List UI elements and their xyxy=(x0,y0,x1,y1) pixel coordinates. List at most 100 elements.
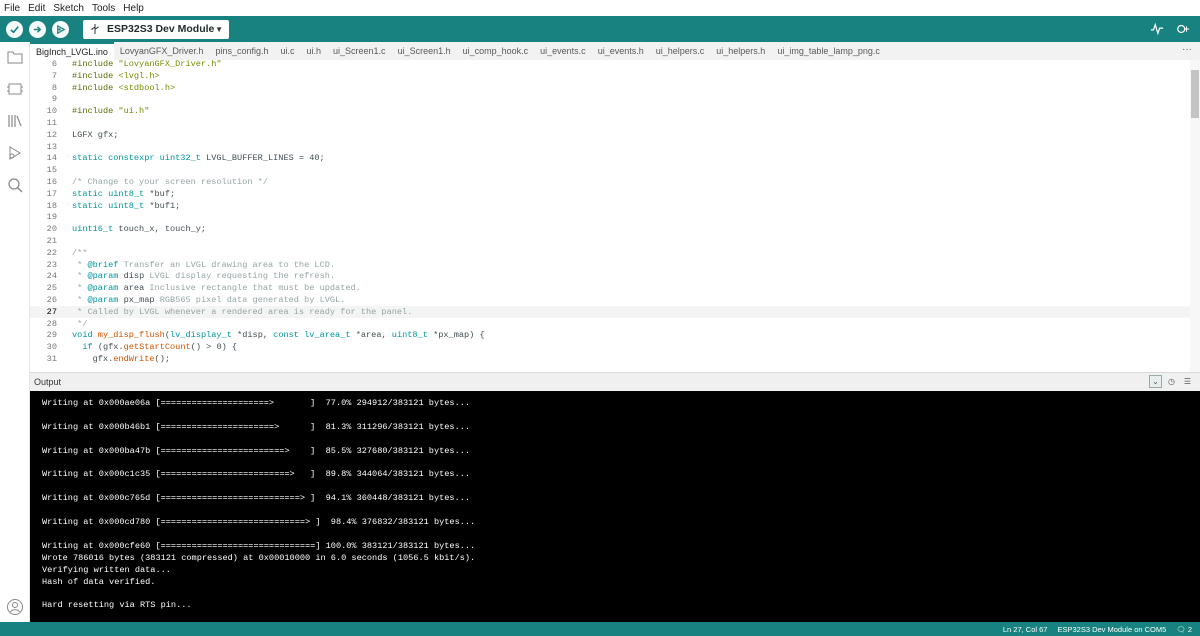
code-editor[interactable]: 31 gfx.endWrite(); 30 if (gfx.getStartCou… xyxy=(30,60,1200,372)
code-text: #include "ui.h" xyxy=(72,105,149,117)
code-token: Inclusive rectangle that must be updated… xyxy=(144,283,361,294)
notifications-icon[interactable]: 🗨 xyxy=(1176,625,1186,634)
upload-button[interactable] xyxy=(29,20,46,38)
code-line: 10 #include "ui.h" xyxy=(30,105,1190,117)
code-line: 21 xyxy=(30,235,1190,247)
code-token: #include xyxy=(72,82,119,93)
code-token: static uint8_t xyxy=(72,188,150,199)
output-line: Writing at 0x000cfe60 [=================… xyxy=(42,540,476,551)
more-tabs-icon[interactable]: ··· xyxy=(1182,44,1192,55)
editor-scrollbar[interactable] xyxy=(1190,60,1200,372)
tab-pins-config-h[interactable]: pins_config.h xyxy=(209,42,274,60)
check-icon xyxy=(10,25,19,33)
code-token: <stdbool.h> xyxy=(118,82,176,93)
file-tabs: BigInch_LVGL.ino LovyanGFX_Driver.h pins_c… xyxy=(30,42,1200,60)
menu-help[interactable]: Help xyxy=(123,3,144,14)
code-text: #include <stdbool.h> xyxy=(72,82,175,94)
line-number: 31 xyxy=(46,354,57,364)
line-number: 13 xyxy=(46,141,57,152)
lock-scroll-icon[interactable]: ◷ xyxy=(1165,375,1178,388)
menu-file[interactable]: File xyxy=(4,3,20,14)
board-port-status[interactable]: ESP32S3 Dev Module on COM5 xyxy=(1057,625,1166,634)
debug-icon[interactable] xyxy=(6,144,24,162)
menu-tools[interactable]: Tools xyxy=(92,3,115,14)
code-token: * xyxy=(72,259,88,270)
code-text: * Called by LVGL whenever a rendered are… xyxy=(72,306,412,318)
tab-ui-c[interactable]: ui.c xyxy=(274,42,300,60)
line-number: 14 xyxy=(46,153,57,164)
tab-ui-events-h[interactable]: ui_events.h xyxy=(592,42,650,60)
code-text: if (gfx.getStartCount() > 0) { xyxy=(72,341,237,353)
line-number: 21 xyxy=(46,236,57,246)
line-number: 26 xyxy=(46,295,57,305)
code-line: 26 * @param px_map RGB565 pixel data gen… xyxy=(30,294,1190,306)
code-token: LGFX gfx; xyxy=(72,129,119,140)
folder-icon[interactable] xyxy=(6,48,24,66)
verify-button[interactable] xyxy=(6,20,23,38)
code-token: LVGL_BUFFER_LINES = 40; xyxy=(206,153,325,164)
code-token: */ xyxy=(72,318,88,329)
menu-edit[interactable]: Edit xyxy=(28,3,45,14)
board-selector[interactable]: ESP32S3 Dev Module ▼ xyxy=(83,19,229,39)
line-number: 7 xyxy=(51,70,57,81)
code-token: * Called by LVGL whenever a rendered are… xyxy=(72,306,413,317)
clear-output-icon[interactable]: ☰ xyxy=(1181,375,1194,388)
output-line: Writing at 0x000ae06a [=================… xyxy=(42,398,471,408)
cursor-position: Ln 27, Col 67 xyxy=(1002,624,1048,634)
code-token: Transfer an LVGL drawing area to the LCD… xyxy=(118,259,336,270)
profile-icon[interactable] xyxy=(6,598,24,616)
code-token: static uint8_t xyxy=(72,200,150,211)
code-text: void my_disp_flush(lv_display_t *disp, c… xyxy=(72,329,485,341)
tab-ui-comp-hook-c[interactable]: ui_comp_hook.c xyxy=(457,42,535,60)
line-number: 19 xyxy=(46,212,57,223)
code-token: my_disp_flush xyxy=(97,330,165,341)
tab-biginch-lvgl-ino[interactable]: BigInch_LVGL.ino xyxy=(30,42,114,60)
collapse-icon[interactable]: ⌄ xyxy=(1149,375,1162,388)
debug-button[interactable] xyxy=(52,20,69,38)
code-token: <lvgl.h> xyxy=(118,70,160,81)
line-number: 29 xyxy=(46,330,57,341)
menu-sketch[interactable]: Sketch xyxy=(53,3,84,14)
code-text: static constexpr uint32_t LVGL_BUFFER_LI… xyxy=(72,152,325,164)
notifications-count[interactable]: 2 xyxy=(1188,625,1192,634)
code-line: 25 * @param area Inclusive rectangle tha… xyxy=(30,282,1190,294)
line-number: 12 xyxy=(46,129,57,140)
serial-monitor-button[interactable] xyxy=(1174,20,1192,38)
code-token: *px_map) { xyxy=(433,330,485,341)
code-token: @param xyxy=(87,283,119,294)
code-line: 23 * @brief Transfer an LVGL drawing are… xyxy=(30,259,1190,271)
tab-ui-screen1-h[interactable]: ui_Screen1.h xyxy=(392,42,457,60)
tab-ui-img-table-lamp-png-c[interactable]: ui_img_table_lamp_png.c xyxy=(771,42,886,60)
library-manager-icon[interactable] xyxy=(6,112,24,130)
code-token: lv_display_t xyxy=(170,330,238,341)
code-line: 27 * Called by LVGL whenever a rendered … xyxy=(30,305,1190,318)
chevron-down-icon: ▼ xyxy=(215,24,223,34)
line-number: 17 xyxy=(46,188,57,199)
code-token: * xyxy=(72,295,88,305)
tab-ui-screen1-c[interactable]: ui_Screen1.c xyxy=(327,42,392,60)
code-line: 24 * @param disp LVGL display requesting… xyxy=(30,270,1190,282)
line-number: 16 xyxy=(46,177,57,187)
tab-ui-events-c[interactable]: ui_events.c xyxy=(534,42,592,60)
code-text: uint16_t touch_x, touch_y; xyxy=(72,223,206,235)
code-line: 28 */ xyxy=(30,318,1190,330)
code-line: 18 static uint8_t *buf1; xyxy=(30,200,1190,212)
tab-ui-h[interactable]: ui.h xyxy=(301,42,328,60)
tab-ui-helpers-c[interactable]: ui_helpers.c xyxy=(650,42,711,60)
code-token: touch_x, touch_y; xyxy=(118,224,207,235)
board-manager-icon[interactable] xyxy=(6,80,24,98)
code-line: 31 gfx.endWrite(); xyxy=(30,353,1190,365)
tab-lovyangfx-driver-h[interactable]: LovyanGFX_Driver.h xyxy=(114,42,210,60)
search-icon[interactable] xyxy=(6,176,24,194)
editor-scroll-thumb[interactable] xyxy=(1191,70,1199,118)
serial-plotter-button[interactable] xyxy=(1148,20,1166,38)
code-line: 13 xyxy=(30,141,1190,153)
line-number: 15 xyxy=(46,165,57,176)
tab-ui-helpers-h[interactable]: ui_helpers.h xyxy=(710,42,771,60)
code-token: *disp, xyxy=(237,330,274,341)
output-console[interactable]: Writing at 0x000ae06a [=================… xyxy=(30,391,1200,622)
code-token: disp xyxy=(118,271,145,282)
code-token: /** xyxy=(72,247,88,258)
line-number: 10 xyxy=(46,106,57,117)
line-number: 27 xyxy=(46,306,57,317)
